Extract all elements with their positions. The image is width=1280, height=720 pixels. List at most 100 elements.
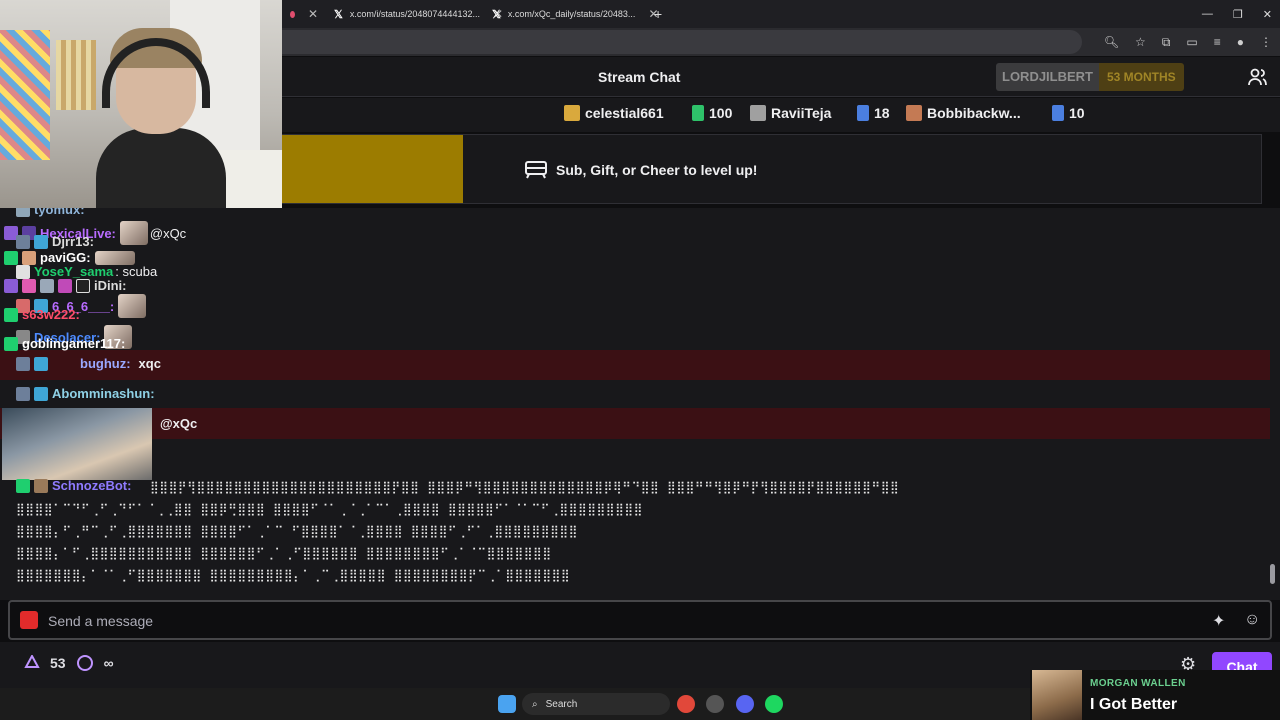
community-users-icon[interactable] — [1248, 67, 1268, 87]
badge-icon — [34, 478, 48, 493]
tab-title: x.com/xQc_daily/status/20483... — [507, 9, 636, 19]
badge-icon — [22, 250, 36, 265]
gifter-item[interactable]: celestial661 — [564, 105, 664, 121]
message-input[interactable] — [48, 610, 1188, 632]
url-field[interactable] — [282, 30, 1082, 54]
gift-icon — [564, 105, 580, 121]
gifter-name: celestial661 — [585, 105, 664, 121]
chat-username[interactable]: bughuz: — [80, 356, 131, 371]
badge-icon — [4, 250, 18, 265]
zoom-icon[interactable]: 🔍︎ — [1104, 35, 1119, 49]
chat-header: Stream Chat LORDJILBERT 53 MONTHS — [282, 57, 1280, 97]
menu-kebab-icon[interactable]: ⋮ — [1260, 35, 1272, 49]
chat-message: YoseY_sama : scuba — [16, 264, 157, 279]
chrome-icon[interactable] — [677, 695, 695, 713]
bookmark-star-icon[interactable]: ☆ — [1135, 35, 1146, 49]
spotify-icon[interactable] — [765, 695, 783, 713]
level-up-banner[interactable]: Sub, Gift, or Cheer to level up! — [282, 134, 1262, 204]
gift-icon — [750, 105, 766, 121]
level-progress-fill — [282, 135, 463, 203]
gifter-item[interactable]: Bobbibackw... — [906, 105, 1021, 121]
chat-message: goblingamer117: — [4, 336, 125, 351]
badge-icon — [34, 356, 48, 371]
chat-username[interactable]: YoseY_sama — [34, 264, 113, 279]
x-logo-icon: 𝕏 — [334, 8, 343, 21]
chat-message: Abomminashun: — [16, 386, 155, 401]
badge-icon — [4, 307, 18, 322]
chat-username[interactable]: Abomminashun: — [52, 386, 155, 401]
gifter-count: 100 — [692, 105, 732, 121]
badge-icon — [58, 278, 72, 293]
cast-icon[interactable]: ▭ — [1186, 35, 1197, 49]
scrollbar-thumb[interactable] — [1270, 564, 1275, 584]
restore-button[interactable]: ❐ — [1233, 8, 1243, 21]
chat-text: @xQc — [149, 225, 187, 241]
cheer-icon[interactable]: ✦ — [1212, 611, 1225, 631]
chat-username[interactable]: paviGG: — [40, 250, 91, 265]
chat-username[interactable]: s63w222: — [22, 307, 80, 322]
close-window-button[interactable]: ✕ — [1263, 8, 1272, 21]
profile-avatar[interactable]: ● — [1237, 35, 1244, 49]
wall-poster — [56, 40, 96, 110]
gift-icon — [906, 105, 922, 121]
points-value: 53 — [50, 655, 66, 671]
emote-image — [2, 408, 152, 480]
taskbar-search-label: Search — [545, 698, 578, 710]
streamer — [96, 28, 226, 208]
emote-picker-icon[interactable]: ☺ — [1244, 611, 1260, 629]
toolbar-icons: 🔍︎ ☆ ⧉ ▭ ≡ ● ⋮ — [1104, 28, 1272, 56]
chat-text: : scuba — [115, 264, 158, 279]
gifter-name: RaviiTeja — [771, 105, 832, 121]
chat-message: @xQc — [160, 416, 197, 431]
clip-camera-icon[interactable] — [20, 611, 38, 629]
chat-text: @xQc — [160, 416, 198, 431]
window-controls: — ❐ ✕ — [1202, 0, 1272, 28]
chat-scrollbar[interactable] — [1268, 134, 1280, 600]
chat-text: xqc — [138, 356, 161, 371]
screen: ✕ 𝕏 x.com/i/status/2048074444132... ✕ 𝕏 … — [0, 0, 1280, 720]
chat-username[interactable]: Djrr13: — [52, 234, 94, 249]
tab-search-icon[interactable]: ≡ — [1214, 35, 1221, 49]
tab-fragment[interactable]: ✕ — [282, 0, 326, 28]
gifter-leaderboard: celestial661 100 RaviiTeja 18 Bobbibackw… — [282, 98, 1280, 132]
badge-icon — [16, 386, 30, 401]
badge-icon — [16, 478, 30, 493]
badge-icon — [16, 356, 30, 371]
chat-username[interactable]: iDini: — [94, 278, 127, 293]
webcam-overlay — [0, 0, 282, 208]
badge-icon — [34, 234, 48, 249]
badge-icon — [76, 278, 90, 293]
chat-username[interactable]: SchnozeBot: — [52, 478, 131, 493]
badge-icon — [40, 278, 54, 293]
extensions-icon[interactable]: ⧉ — [1162, 35, 1171, 50]
album-art — [1032, 670, 1082, 720]
new-tab-button[interactable]: + — [644, 6, 672, 22]
emote-image — [119, 221, 148, 245]
infinity-value: ∞ — [103, 655, 114, 671]
ascii-art-line: ⣿⣿⣿⣿⠁⠉⠙⠋⢀⠋⢀⠙⠋⠁⠈⢀⢀⣿⣿ ⣿⣿⡿⢛⣿⣿⣿ ⣿⣿⣿⣿⠋⠈⠁⢀⠈⢀⠁⠉… — [16, 502, 643, 516]
gifter-item[interactable]: RaviiTeja — [750, 105, 831, 121]
tab-close-icon[interactable]: ✕ — [308, 7, 318, 21]
gifter-count-value: 100 — [709, 105, 733, 121]
gifter-count: 10 — [1052, 105, 1085, 121]
emote-image — [94, 250, 135, 265]
sub-badge-months: 53 MONTHS — [1099, 63, 1184, 91]
chat-message: iDini: — [4, 278, 127, 293]
discord-icon[interactable] — [736, 695, 754, 713]
channel-points[interactable]: 53 ∞ — [24, 654, 114, 672]
chat-username[interactable]: goblingamer117: — [22, 336, 125, 351]
highlighted-message-bg — [0, 350, 1270, 380]
sub-badge[interactable]: LORDJILBERT 53 MONTHS — [996, 63, 1184, 91]
emote-image — [118, 294, 147, 318]
tab-x-status-2[interactable]: 𝕏 x.com/xQc_daily/status/20483... ✕ — [484, 0, 659, 28]
taskbar-search[interactable]: ⌕ Search — [522, 693, 670, 715]
chat-title: Stream Chat — [598, 69, 681, 85]
windows-start-icon[interactable] — [498, 695, 516, 713]
ascii-art-line: ⣿⣿⣿⣿⡄⠋⢀⠛⠉⢀⠋⢀⣿⣿⣿⣿⣿⣿⣿ ⣿⣿⣿⣿⠋⠁⢀⠁⠉ ⠋⣿⣿⣿⣿⠁⠈⢀⣿⣿… — [16, 524, 578, 538]
badge-icon — [16, 264, 30, 279]
app-icon[interactable] — [706, 695, 724, 713]
tab-x-status-1[interactable]: 𝕏 x.com/i/status/2048074444132... ✕ — [326, 0, 503, 28]
minimize-button[interactable]: — — [1202, 8, 1213, 20]
ascii-art-line: ⣿⣿⣿⣿⡄⠁⠋⢀⣿⣿⣿⣿⣿⣿⣿⣿⣿⣿⣿ ⣿⣿⣿⣿⣿⣿⠋⢀⠁⢀⠋⣿⣿⣿⣿⣿⣿ ⣿⣿… — [16, 546, 552, 560]
timer-ring-icon — [76, 655, 93, 671]
